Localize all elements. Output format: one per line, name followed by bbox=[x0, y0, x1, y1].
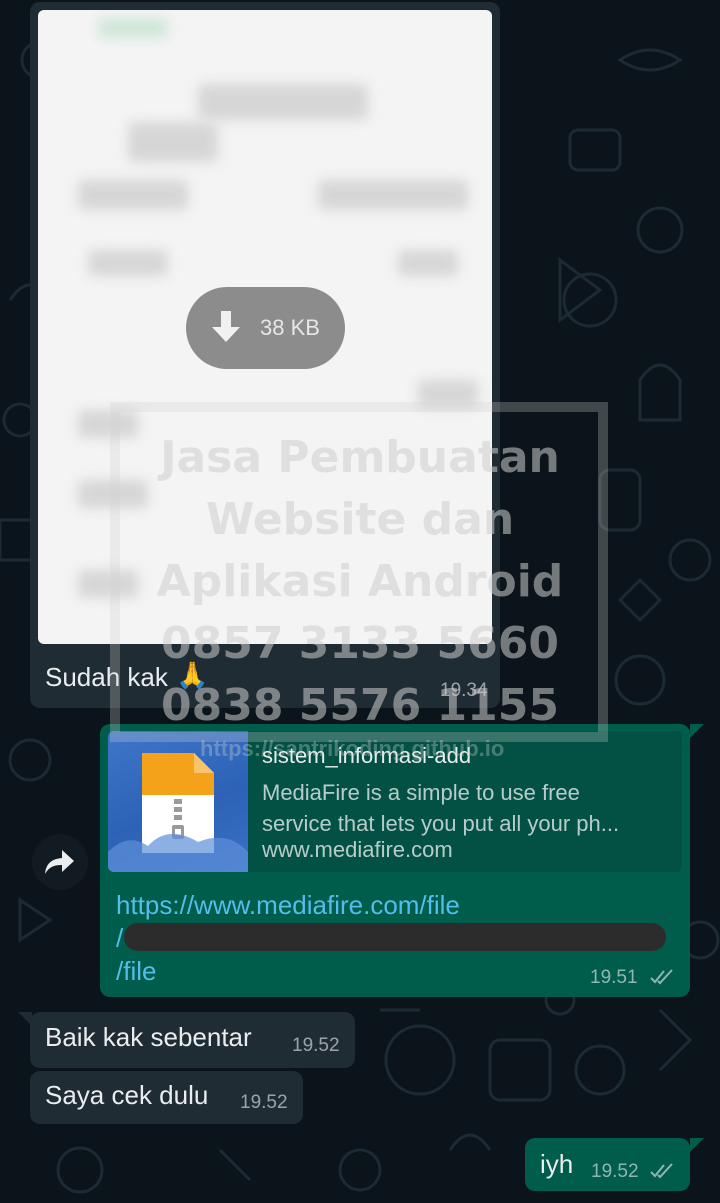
forward-button[interactable] bbox=[32, 834, 88, 890]
download-icon bbox=[212, 311, 240, 342]
cloud-shape bbox=[108, 833, 248, 872]
redacted-text bbox=[124, 923, 666, 951]
blurred-content bbox=[78, 180, 188, 210]
bubble-tail bbox=[690, 724, 704, 738]
message-time: 19.52 bbox=[292, 1035, 340, 1056]
message-time: 19.34 bbox=[440, 680, 488, 701]
message-text: Baik kak sebentar bbox=[45, 1022, 252, 1052]
blurred-content bbox=[128, 122, 218, 162]
download-button[interactable]: 38 KB bbox=[186, 287, 345, 369]
link-domain: www.mediafire.com bbox=[262, 837, 453, 862]
blurred-content bbox=[88, 250, 168, 276]
blurred-content bbox=[418, 380, 478, 408]
link-description: MediaFire is a simple to use free servic… bbox=[262, 777, 674, 839]
message-link[interactable]: https://www.mediafire.com/file bbox=[116, 890, 460, 921]
bubble-tail bbox=[690, 1138, 704, 1152]
read-ticks-icon bbox=[650, 1163, 673, 1179]
forward-icon bbox=[45, 850, 74, 874]
read-ticks-icon bbox=[650, 969, 673, 985]
blurred-content bbox=[78, 570, 138, 598]
message-link[interactable]: / bbox=[116, 923, 123, 954]
link-description-line: MediaFire is a simple to use free bbox=[262, 780, 580, 805]
message-text: Saya cek dulu bbox=[45, 1080, 209, 1110]
message-time: 19.52 bbox=[591, 1161, 639, 1182]
blurred-content bbox=[198, 84, 368, 120]
blurred-content bbox=[98, 18, 168, 38]
message-time: 19.51 bbox=[590, 967, 638, 988]
blurred-content bbox=[398, 250, 458, 276]
blurred-content bbox=[78, 410, 138, 438]
message-time: 19.52 bbox=[240, 1092, 288, 1113]
link-description-line: service that lets you put all your ph... bbox=[262, 811, 620, 836]
message-text: iyh bbox=[540, 1149, 574, 1179]
watermark-url: https://santrikoding.github.io bbox=[200, 736, 505, 761]
blurred-content bbox=[78, 480, 148, 508]
message-link[interactable]: /file bbox=[116, 956, 156, 987]
file-size: 38 KB bbox=[260, 315, 320, 340]
image-caption: Sudah kak bbox=[45, 662, 168, 692]
pray-emoji: 🙏 bbox=[176, 660, 209, 690]
blurred-content bbox=[318, 180, 468, 210]
